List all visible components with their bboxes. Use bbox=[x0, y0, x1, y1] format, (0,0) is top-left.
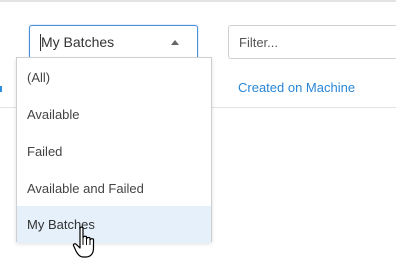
dropdown-option-failed[interactable]: Failed bbox=[17, 133, 211, 170]
dropdown-option-all[interactable]: (All) bbox=[17, 59, 211, 96]
filter-input[interactable] bbox=[228, 25, 396, 59]
column-header-edge bbox=[0, 86, 2, 92]
dropdown-option-available[interactable]: Available bbox=[17, 96, 211, 133]
dropdown-option-available-and-failed[interactable]: Available and Failed bbox=[17, 170, 211, 207]
batches-panel: My Batches Created on Machine (All) Avai… bbox=[0, 0, 396, 259]
batch-filter-dropdown: (All) Available Failed Available and Fai… bbox=[16, 57, 212, 243]
column-header-created-on-machine[interactable]: Created on Machine bbox=[238, 80, 355, 95]
hand-pointer-icon bbox=[72, 226, 95, 258]
batch-filter-select-value: My Batches bbox=[41, 34, 115, 50]
chevron-up-icon[interactable] bbox=[171, 40, 179, 45]
dropdown-option-my-batches[interactable]: My Batches bbox=[17, 206, 211, 243]
top-divider bbox=[0, 0, 396, 2]
batch-filter-select[interactable]: My Batches bbox=[29, 25, 198, 59]
